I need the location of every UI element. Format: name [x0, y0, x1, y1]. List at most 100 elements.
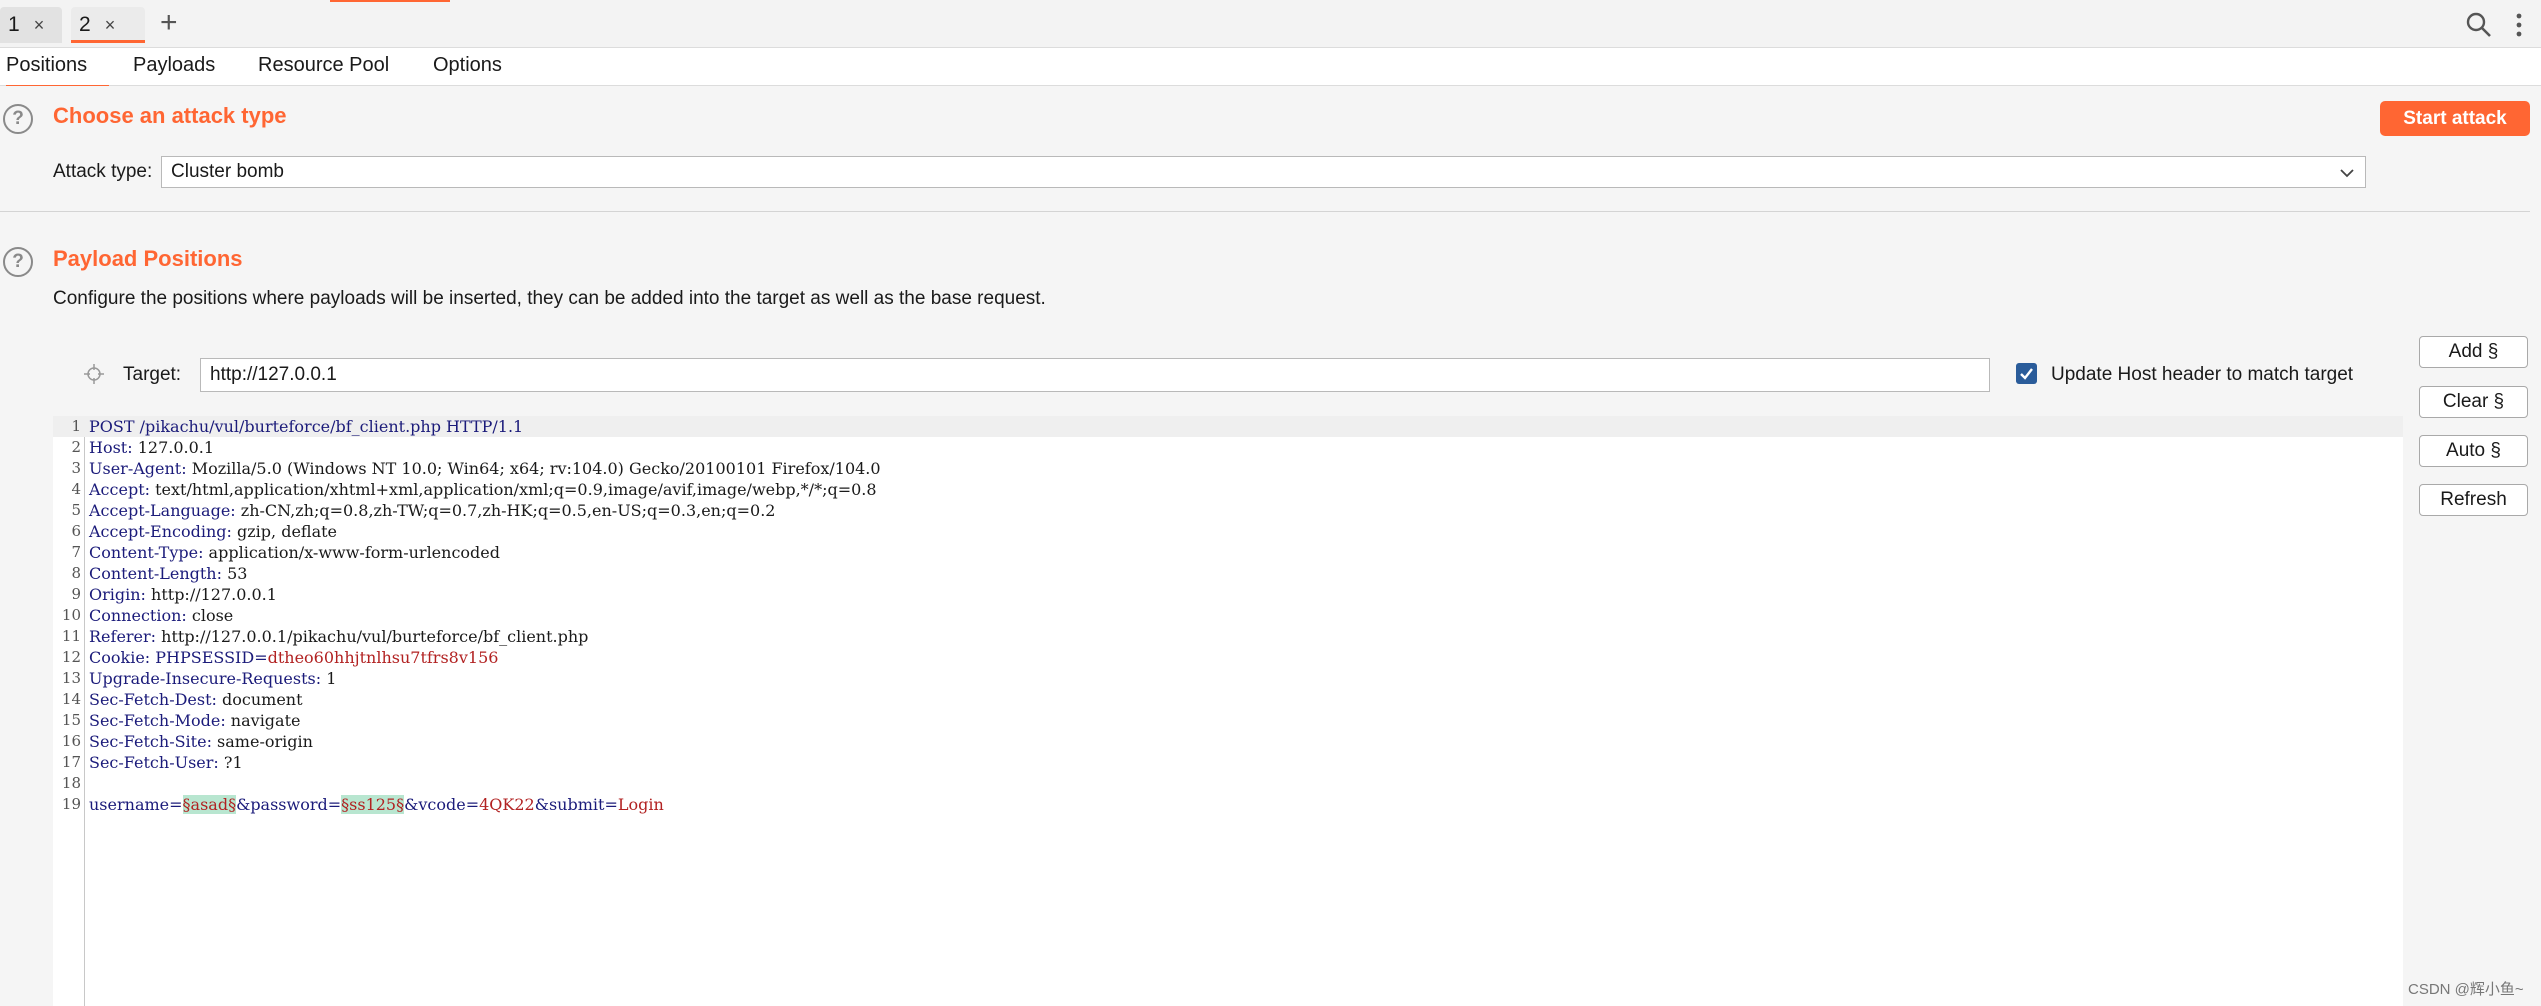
header-value: 127.0.0.1 — [132, 438, 215, 457]
close-icon[interactable]: × — [34, 15, 45, 36]
target-input[interactable]: http://127.0.0.1 — [200, 358, 1990, 392]
line-code: Accept-Encoding: gzip, deflate — [89, 521, 337, 542]
payload-positions-title: Payload Positions — [53, 246, 243, 271]
line-code: Content-Type: application/x-www-form-url… — [89, 542, 500, 563]
line-code: Sec-Fetch-User: ?1 — [89, 752, 243, 773]
request-tab-1[interactable]: 1 × — [0, 7, 62, 43]
active-tab-indicator — [71, 40, 145, 43]
editor-line: 3 User-Agent: Mozilla/5.0 (Windows NT 10.… — [53, 458, 2403, 479]
auto-markers-button[interactable]: Auto § — [2419, 435, 2528, 467]
header-value: application/x-www-form-urlencoded — [203, 543, 500, 562]
payload-positions-description: Configure the positions where payloads w… — [53, 288, 1046, 309]
header-name: User-Agent: — [89, 459, 187, 478]
section-divider — [0, 211, 2530, 212]
line-number: 2 — [71, 438, 81, 456]
tab-payloads[interactable]: Payloads — [133, 54, 215, 77]
close-icon[interactable]: × — [105, 15, 116, 36]
line-number: 18 — [61, 774, 81, 792]
line-number: 3 — [71, 459, 81, 477]
editor-line: 6 Accept-Encoding: gzip, deflate — [53, 521, 2403, 542]
header-name: Connection: — [89, 606, 187, 625]
start-attack-button[interactable]: Start attack — [2380, 101, 2530, 136]
request-tab-2[interactable]: 2 × — [71, 7, 145, 43]
request-editor[interactable]: 1 POST /pikachu/vul/burteforce/bf_client.… — [53, 416, 2403, 1006]
header-name: Sec-Fetch-Mode: — [89, 711, 226, 730]
add-marker-button[interactable]: Add § — [2419, 336, 2528, 368]
cookie-name: PHPSESSID — [150, 648, 255, 667]
line-code: User-Agent: Mozilla/5.0 (Windows NT 10.0… — [89, 458, 881, 479]
header-value: navigate — [225, 711, 301, 730]
header-name: POST /pikachu/vul/burteforce/bf_client.p… — [89, 417, 524, 436]
header-name: Cookie: — [89, 648, 151, 667]
param-equals: = — [169, 795, 183, 814]
header-name: Content-Length: — [89, 564, 222, 583]
editor-line: 19 username=§asad§&password=§ss125§&vcode… — [53, 794, 2403, 815]
editor-line: 17 Sec-Fetch-User: ?1 — [53, 752, 2403, 773]
editor-line: 18 — [53, 773, 2403, 794]
accent-line — [330, 0, 450, 2]
update-host-checkbox[interactable] — [2016, 363, 2037, 384]
line-code: Upgrade-Insecure-Requests: 1 — [89, 668, 336, 689]
param-separator: & — [404, 795, 419, 814]
payload-marker: §ss125§ — [341, 795, 405, 814]
search-icon[interactable] — [2466, 12, 2492, 38]
header-value: gzip, deflate — [231, 522, 338, 541]
tab-positions-label: Positions — [6, 54, 88, 76]
editor-line: 5 Accept-Language: zh-CN,zh;q=0.8,zh-TW;q… — [53, 500, 2403, 521]
line-number: 16 — [61, 732, 81, 750]
param-equals: = — [604, 795, 618, 814]
editor-line: 7 Content-Type: application/x-www-form-ur… — [53, 542, 2403, 563]
line-code: Connection: close — [89, 605, 233, 626]
target-label: Target: — [123, 364, 182, 385]
line-number: 15 — [61, 711, 81, 729]
line-code: Sec-Fetch-Mode: navigate — [89, 710, 300, 731]
editor-line: 4 Accept: text/html,application/xhtml+xml… — [53, 479, 2403, 500]
header-value: http://127.0.0.1 — [145, 585, 277, 604]
line-number: 14 — [61, 690, 81, 708]
param-name: vcode — [418, 795, 466, 814]
line-number: 6 — [71, 522, 81, 540]
help-icon[interactable]: ? — [3, 104, 33, 134]
add-tab-button[interactable]: + — [160, 8, 178, 38]
param-name: submit — [548, 795, 605, 814]
help-icon[interactable]: ? — [3, 247, 33, 277]
clear-markers-button[interactable]: Clear § — [2419, 386, 2528, 418]
cookie-equals: = — [254, 648, 268, 667]
intruder-subtabs: Positions Payloads Resource Pool Options — [0, 48, 2541, 88]
attack-type-title: Choose an attack type — [53, 103, 287, 128]
line-number: 8 — [71, 564, 81, 582]
line-number: 12 — [61, 648, 81, 666]
header-name: Origin: — [89, 585, 146, 604]
header-value: Mozilla/5.0 (Windows NT 10.0; Win64; x64… — [186, 459, 881, 478]
line-code: Accept: text/html,application/xhtml+xml,… — [89, 479, 877, 500]
tab-positions[interactable]: Positions — [6, 54, 110, 88]
tab-resource-pool[interactable]: Resource Pool — [258, 54, 389, 77]
refresh-button[interactable]: Refresh — [2419, 484, 2528, 516]
target-value: http://127.0.0.1 — [210, 364, 337, 385]
param-name: username — [89, 795, 170, 814]
param-equals: = — [465, 795, 480, 814]
line-code: Accept-Language: zh-CN,zh;q=0.8,zh-TW;q=… — [89, 500, 775, 521]
header-name: Accept-Language: — [89, 501, 236, 520]
chevron-down-icon — [2340, 169, 2354, 178]
line-code: Sec-Fetch-Site: same-origin — [89, 731, 313, 752]
header-name: Sec-Fetch-Site: — [89, 732, 212, 751]
header-value: ?1 — [218, 753, 243, 772]
line-code: Host: 127.0.0.1 — [89, 437, 214, 458]
line-number: 9 — [71, 585, 81, 603]
line-number: 17 — [61, 753, 81, 771]
line-number: 10 — [61, 606, 81, 624]
more-vertical-icon[interactable] — [2514, 12, 2524, 38]
editor-line: 15 Sec-Fetch-Mode: navigate — [53, 710, 2403, 731]
line-code: Sec-Fetch-Dest: document — [89, 689, 303, 710]
editor-line: 8 Content-Length: 53 — [53, 563, 2403, 584]
line-number: 5 — [71, 501, 81, 519]
param-equals: = — [327, 795, 342, 814]
tab-options[interactable]: Options — [433, 54, 502, 77]
header-name: Accept: — [89, 480, 151, 499]
param-value: 4QK22 — [479, 795, 535, 814]
attack-type-select[interactable]: Cluster bomb — [161, 156, 2366, 188]
payload-marker: §asad§ — [182, 795, 237, 814]
header-name: Sec-Fetch-User: — [89, 753, 219, 772]
line-code: Referer: http://127.0.0.1/pikachu/vul/bu… — [89, 626, 588, 647]
